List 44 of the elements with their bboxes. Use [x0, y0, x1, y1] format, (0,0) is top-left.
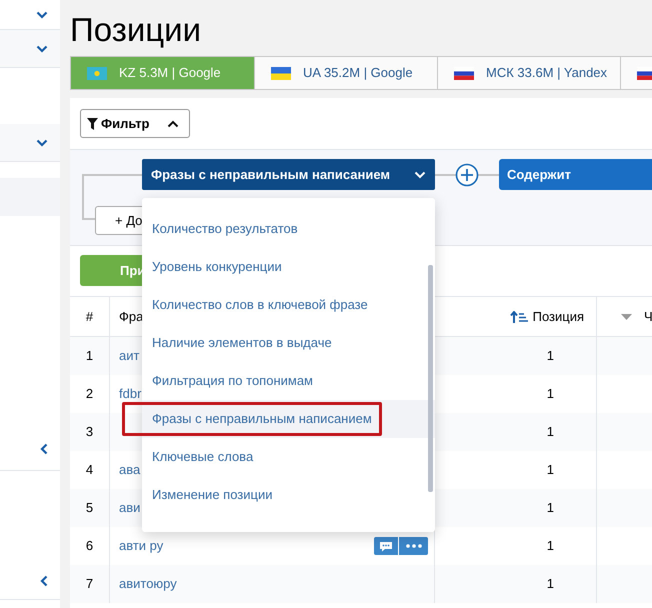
table-cell: 7 — [70, 565, 110, 603]
chevron-down-icon[interactable] — [36, 44, 48, 52]
menu-item[interactable]: Уровень конкуренции — [142, 248, 435, 286]
menu-item[interactable]: Фильтрация по топонимам — [142, 362, 435, 400]
flag-icon — [87, 66, 107, 80]
table-cell-text: 1 — [546, 347, 554, 366]
flag-icon — [271, 66, 291, 80]
filter-button[interactable]: Фильтр — [80, 109, 190, 138]
sort-ascending-icon[interactable] — [510, 310, 528, 322]
chevron-down-icon — [414, 170, 426, 178]
phrase-link[interactable]: авти ру — [119, 536, 374, 556]
table-cell-text: 1 — [546, 575, 554, 594]
table-cell-text: 1 — [546, 461, 554, 480]
menu-item[interactable]: Наличие элементов в выдаче — [142, 324, 435, 362]
add-circle-icon[interactable] — [455, 162, 479, 186]
operator-select[interactable]: Содержит — [499, 159, 652, 190]
column-header: # — [70, 297, 110, 336]
tab[interactable]: UA 35.2M | Google — [254, 57, 437, 89]
table-cell-text: 1 — [546, 385, 554, 404]
chevron-down-icon[interactable] — [36, 138, 48, 146]
comment-button[interactable] — [374, 537, 398, 555]
dropdown-triangle-icon[interactable] — [621, 314, 632, 320]
scrollbar-thumb[interactable] — [428, 265, 433, 492]
column-header: Фра — [119, 308, 144, 326]
menu-item[interactable]: Изменение позиции — [142, 476, 435, 514]
column-header[interactable]: Позиция — [532, 306, 584, 326]
chevron-left-icon[interactable] — [40, 575, 48, 587]
chevron-left-icon[interactable] — [40, 442, 48, 454]
page-title: Позиции — [70, 13, 202, 50]
table-cell-text: 1 — [546, 537, 554, 556]
tab[interactable]: МСК 33.6M | Yandex — [437, 57, 620, 89]
field-select[interactable]: Фразы с неправильным написанием — [142, 159, 435, 190]
speech-bubble-icon — [379, 540, 393, 552]
tab[interactable]: KZ 5.3M | Google — [71, 57, 254, 89]
table-cell-text: 1 — [546, 423, 554, 442]
chevron-down-icon[interactable] — [36, 10, 48, 18]
more-dots-icon — [406, 544, 422, 548]
more-button[interactable] — [399, 537, 428, 555]
menu-item[interactable]: Ключевые слова — [142, 438, 435, 476]
phrase-link[interactable]: авитоюру — [119, 574, 428, 594]
table-cell-text: 1 — [546, 499, 554, 518]
menu-item[interactable]: Количество слов в ключевой фразе — [142, 286, 435, 324]
funnel-icon — [87, 118, 98, 130]
column-header: Ч — [644, 308, 652, 326]
